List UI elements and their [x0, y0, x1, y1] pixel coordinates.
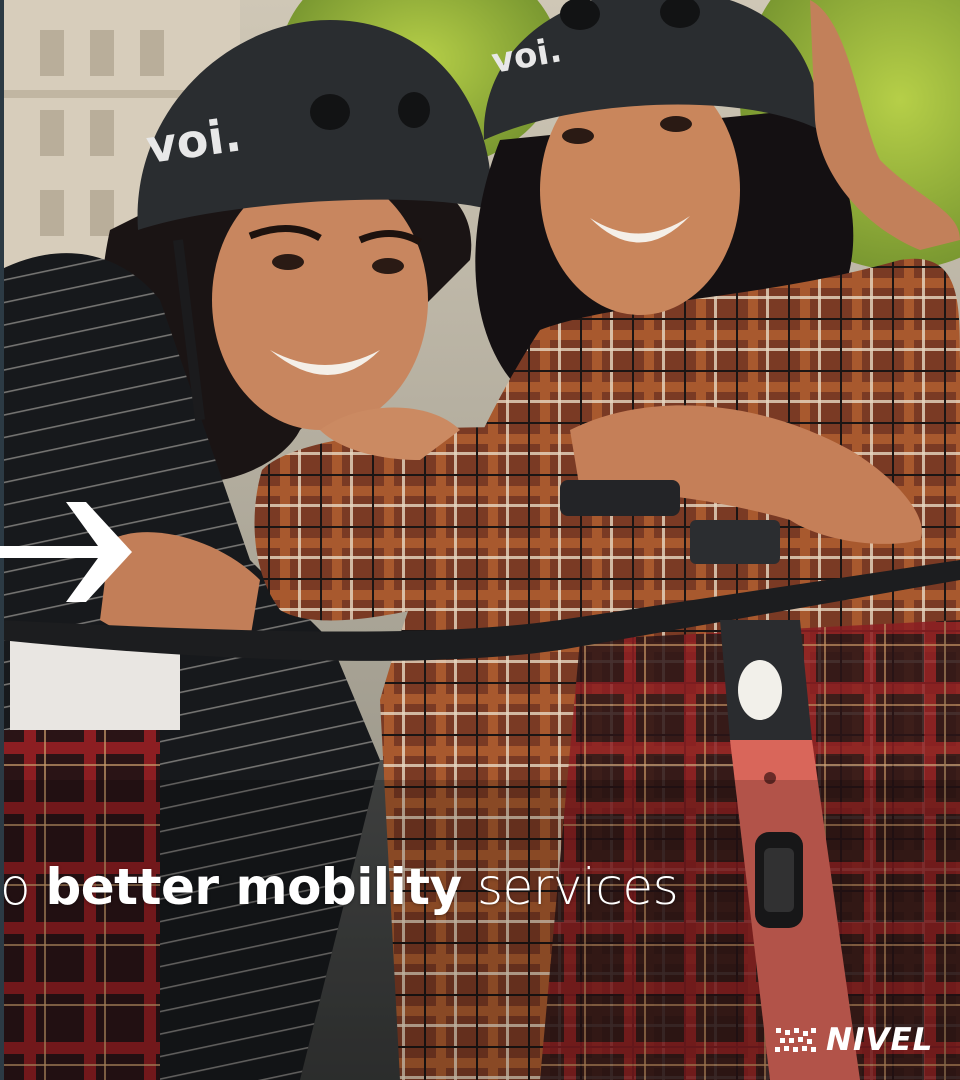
tagline-lead: o	[0, 858, 46, 916]
arrow-right-icon	[0, 502, 132, 602]
brand-name: NIVEL	[826, 1022, 934, 1058]
dotted-logo-icon	[775, 1028, 816, 1052]
slide: voi. voi. o better mobility services NIV…	[0, 0, 960, 1080]
tagline-highlight: better mobility	[45, 858, 462, 916]
brand-logo: NIVEL	[774, 1020, 944, 1060]
tagline: o better mobility services	[0, 852, 960, 922]
tagline-tail: services	[461, 858, 679, 916]
